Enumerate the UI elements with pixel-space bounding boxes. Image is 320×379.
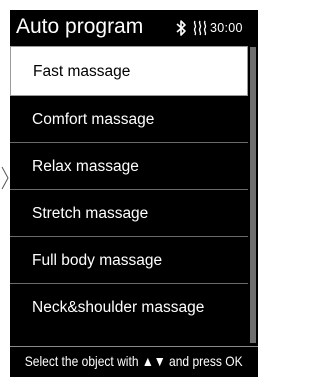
heat-icon <box>193 20 207 36</box>
footer-hint-bar: Select the object with ▲▼ and press OK <box>10 346 258 377</box>
menu-item-stretch-massage[interactable]: Stretch massage <box>10 190 248 237</box>
menu-item-full-body-massage[interactable]: Full body massage <box>10 237 248 284</box>
timer-readout: 30:00 <box>210 21 243 35</box>
menu-item-label: Stretch massage <box>32 205 149 222</box>
menu-item-fast-massage[interactable]: Fast massage <box>10 46 248 96</box>
menu-item-label: Relax massage <box>32 158 139 175</box>
menu-scrollbar[interactable] <box>250 47 256 343</box>
scrollbar-thumb[interactable] <box>250 47 256 343</box>
pointer-mark-icon <box>1 166 9 190</box>
menu-item-label: Neck&shoulder massage <box>32 299 205 316</box>
page-title: Auto program <box>16 15 144 38</box>
menu-item-label: Fast massage <box>33 63 131 80</box>
footer-hint: Select the object with ▲▼ and press OK <box>25 353 243 369</box>
bluetooth-icon <box>176 20 186 36</box>
device-screen: Auto program 30:00 Fast massage Comfort … <box>10 10 258 377</box>
menu-item-label: Comfort massage <box>32 111 155 128</box>
menu-item-comfort-massage[interactable]: Comfort massage <box>10 96 248 143</box>
menu-item-relax-massage[interactable]: Relax massage <box>10 143 248 190</box>
status-bar: Auto program 30:00 <box>10 10 258 46</box>
menu-item-label: Full body massage <box>32 252 163 269</box>
program-menu: Fast massage Comfort massage Relax massa… <box>10 46 248 331</box>
menu-item-neck-shoulder-massage[interactable]: Neck&shoulder massage <box>10 284 248 331</box>
